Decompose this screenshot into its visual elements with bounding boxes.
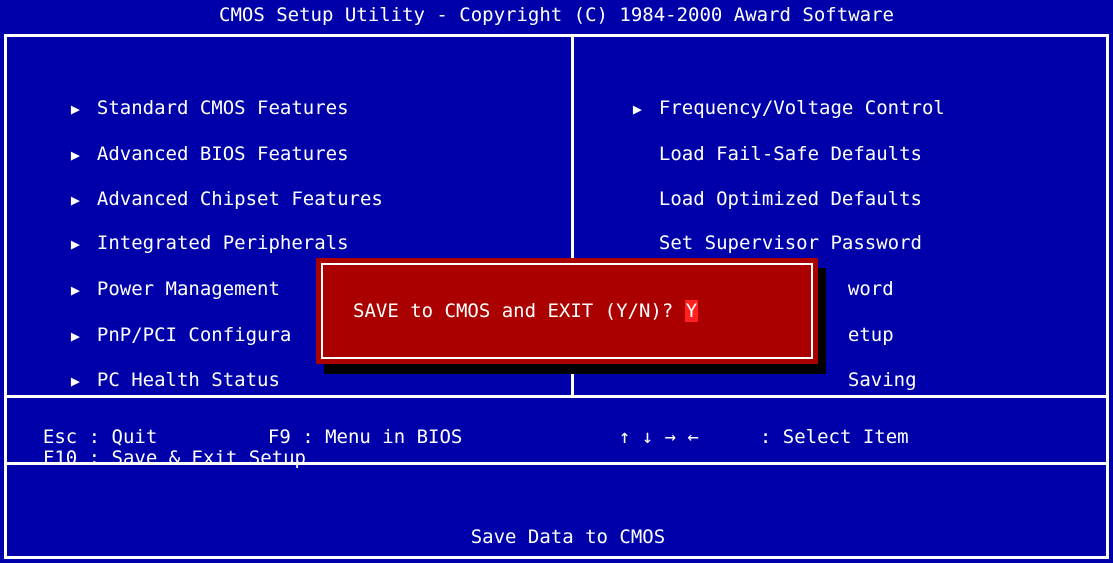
status-line: Save Data to CMOS xyxy=(0,498,1113,548)
menu-item-integrated-peripherals[interactable]: ▶ Integrated Peripherals xyxy=(48,204,349,254)
app-title: CMOS Setup Utility - Copyright (C) 1984-… xyxy=(219,4,894,26)
menu-item-pc-health[interactable]: ▶ PC Health Status xyxy=(48,341,280,391)
menu-item-load-optimized[interactable]: Load Optimized Defaults xyxy=(636,160,922,210)
right-triangle-icon: ▶ xyxy=(70,372,80,390)
help-select-text: : Select Item xyxy=(759,426,909,448)
menu-item-advanced-chipset[interactable]: ▶ Advanced Chipset Features xyxy=(48,160,383,210)
help-select: : Select Item xyxy=(737,407,909,447)
frame-bottom xyxy=(4,556,1109,559)
frame-right xyxy=(1106,34,1109,559)
status-text: Save Data to CMOS xyxy=(470,526,666,548)
arrow-keys-icon: ↑ ↓ → ← xyxy=(618,426,699,448)
frame-left xyxy=(4,34,7,559)
help-f10-text: F10 : Save & Exit Setup xyxy=(42,447,306,469)
help-arrows: ↑ ↓ → ← xyxy=(596,407,699,447)
dialog-prompt: SAVE to CMOS and EXIT (Y/N)? xyxy=(353,300,674,322)
menu-item-supervisor-password[interactable]: Set Supervisor Password xyxy=(636,204,922,254)
menu-item-standard-cmos[interactable]: ▶ Standard CMOS Features xyxy=(48,69,349,119)
menu-item-pnp-pci[interactable]: ▶ PnP/PCI Configura xyxy=(48,296,291,346)
menu-item-power-management[interactable]: ▶ Power Management xyxy=(48,250,280,300)
dialog-content: SAVE to CMOS and EXIT (Y/N)? Y xyxy=(353,298,699,324)
frame-top xyxy=(4,34,1109,37)
menu-item-load-fail-safe[interactable]: Load Fail-Safe Defaults xyxy=(636,115,922,165)
dialog-input[interactable]: Y xyxy=(684,300,699,322)
menu-label: PC Health Status xyxy=(96,369,280,391)
divider-help xyxy=(4,395,1109,398)
menu-item-exit-without-saving[interactable]: Saving xyxy=(825,341,917,391)
menu-item-advanced-bios[interactable]: ▶ Advanced BIOS Features xyxy=(48,115,349,165)
menu-label: Saving xyxy=(847,369,917,391)
menu-item-frequency-voltage[interactable]: ▶ Frequency/Voltage Control xyxy=(610,69,945,119)
help-f9: F9 : Menu in BIOS xyxy=(245,407,462,447)
help-f10: F10 : Save & Exit Setup xyxy=(20,428,306,468)
menu-item-user-password[interactable]: word xyxy=(825,250,894,300)
title-bar: CMOS Setup Utility - Copyright (C) 1984-… xyxy=(0,0,1113,34)
save-exit-dialog[interactable]: SAVE to CMOS and EXIT (Y/N)? Y xyxy=(316,258,818,364)
help-esc: Esc : Quit xyxy=(20,407,157,447)
menu-item-save-exit-setup[interactable]: etup xyxy=(825,296,894,346)
